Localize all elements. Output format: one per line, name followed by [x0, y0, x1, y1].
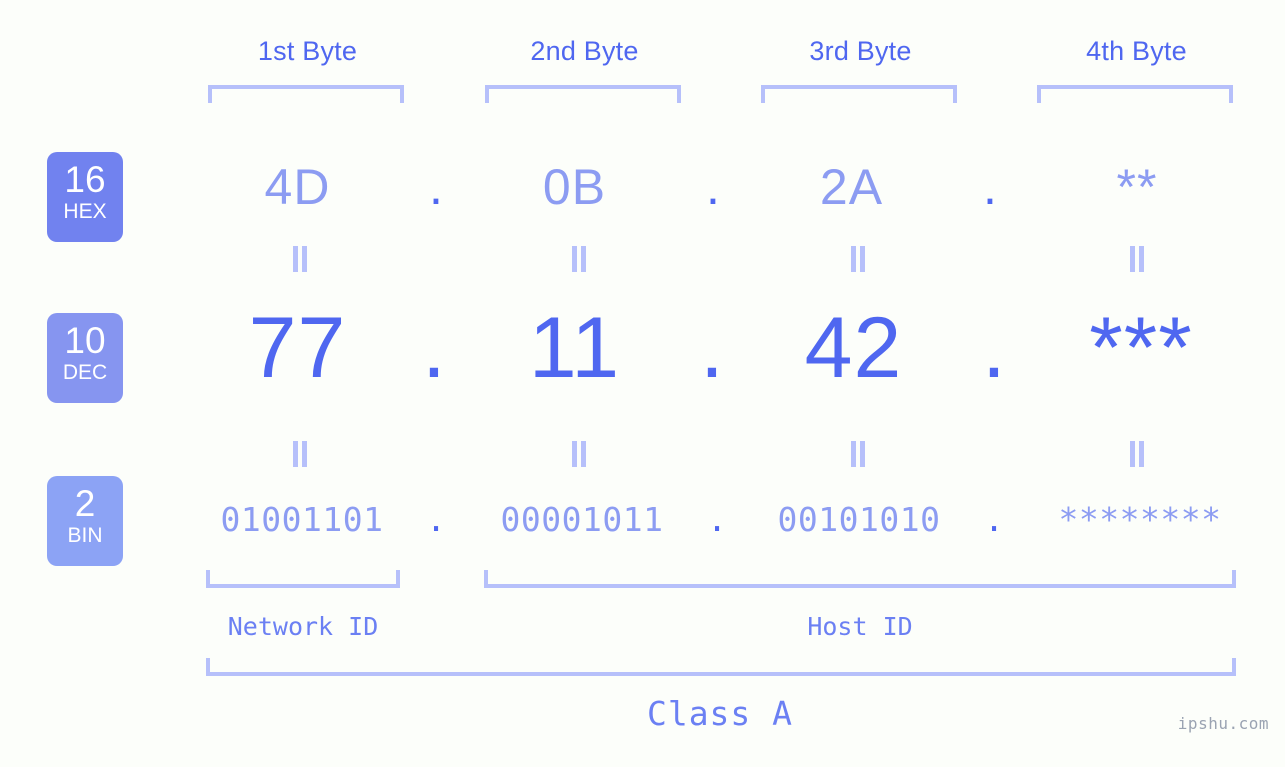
- class-bracket: [206, 658, 1236, 676]
- byte-header-1: 1st Byte: [257, 36, 358, 66]
- base-badge-hex-abbr: HEX: [63, 200, 107, 223]
- base-badge-dec-number: 10: [64, 320, 106, 361]
- dec-byte-1: 77: [248, 300, 347, 396]
- dec-byte-4: ***: [1089, 300, 1193, 396]
- equivalence-mark-hex-dec-3: [847, 246, 869, 272]
- dec-byte-2: 11: [528, 300, 621, 396]
- dec-separator-1: .: [422, 300, 446, 396]
- network-id-label: Network ID: [227, 612, 379, 641]
- hex-byte-3: 2A: [819, 159, 884, 215]
- bin-separator-1: .: [426, 500, 446, 539]
- base-badge-bin-abbr: BIN: [67, 524, 103, 547]
- hex-separator-3: .: [983, 159, 997, 215]
- byte-bracket-top-1: [208, 85, 404, 103]
- bin-byte-1: 01001101: [220, 500, 384, 539]
- byte-header-3: 3rd Byte: [809, 36, 912, 66]
- byte-header-4: 4th Byte: [1086, 36, 1187, 66]
- equivalence-mark-dec-bin-2: [568, 441, 590, 467]
- base-badge-bin: 2 BIN: [47, 476, 123, 566]
- equivalence-mark-dec-bin-4: [1126, 441, 1148, 467]
- base-badge-hex-number: 16: [64, 159, 106, 200]
- class-label: Class A: [646, 694, 794, 733]
- hex-byte-4: **: [1116, 159, 1158, 215]
- host-id-bracket: [484, 570, 1236, 588]
- base-badge-bin-number: 2: [74, 483, 96, 524]
- equivalence-mark-hex-dec-1: [289, 246, 311, 272]
- bin-byte-3: 00101010: [777, 500, 941, 539]
- dec-separator-2: .: [700, 300, 724, 396]
- bin-separator-3: .: [984, 500, 1004, 539]
- hex-separator-1: .: [429, 159, 443, 215]
- ip-address-breakdown-diagram: 1st Byte 2nd Byte 3rd Byte 4th Byte 16 H…: [0, 0, 1285, 767]
- dec-byte-3: 42: [804, 300, 903, 396]
- base-badge-hex: 16 HEX: [47, 152, 123, 242]
- base-badge-dec: 10 DEC: [47, 313, 123, 403]
- bin-separator-2: .: [707, 500, 727, 539]
- watermark: ipshu.com: [1177, 714, 1269, 733]
- bin-byte-4: ********: [1058, 500, 1222, 539]
- hex-byte-1: 4D: [264, 159, 331, 215]
- dec-separator-3: .: [982, 300, 1006, 396]
- equivalence-mark-dec-bin-1: [289, 441, 311, 467]
- hex-byte-2: 0B: [542, 159, 607, 215]
- network-id-bracket: [206, 570, 400, 588]
- equivalence-mark-hex-dec-2: [568, 246, 590, 272]
- bin-byte-2: 00001011: [500, 500, 664, 539]
- byte-bracket-top-4: [1037, 85, 1233, 103]
- equivalence-mark-dec-bin-3: [847, 441, 869, 467]
- base-badge-dec-abbr: DEC: [62, 361, 108, 384]
- host-id-label: Host ID: [807, 612, 913, 641]
- byte-header-2: 2nd Byte: [530, 36, 639, 66]
- hex-separator-2: .: [706, 159, 720, 215]
- byte-bracket-top-2: [485, 85, 681, 103]
- equivalence-mark-hex-dec-4: [1126, 246, 1148, 272]
- byte-bracket-top-3: [761, 85, 957, 103]
